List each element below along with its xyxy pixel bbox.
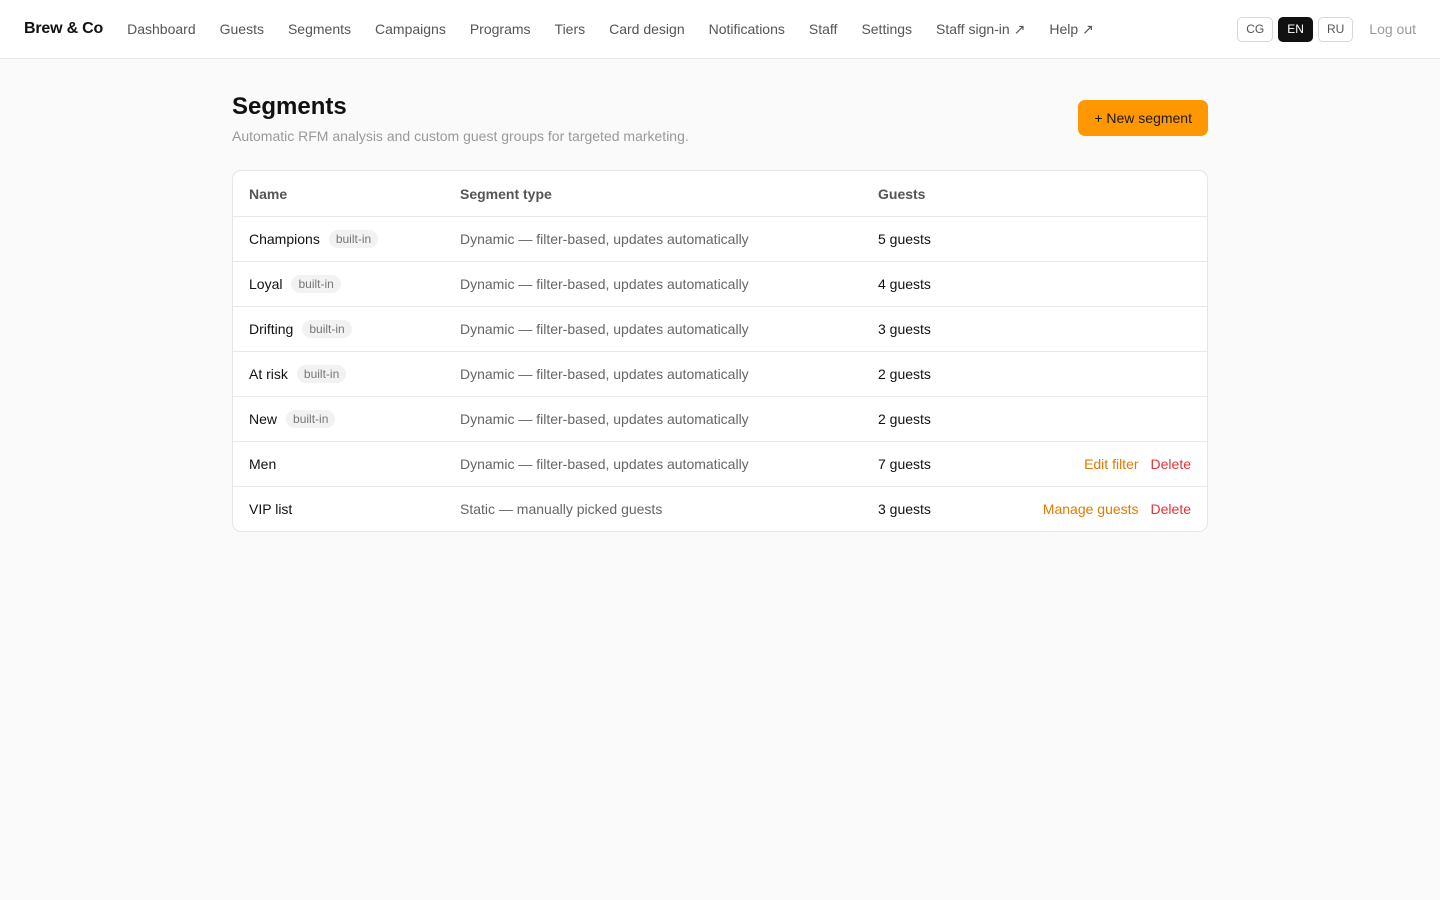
- edit-filter-link[interactable]: Edit filter: [1084, 456, 1138, 472]
- page-title: Segments: [232, 93, 347, 120]
- segment-type-cell: Dynamic — filter-based, updates automati…: [460, 366, 749, 382]
- segments-table: Name Segment type Guests Champions built-…: [232, 170, 1208, 532]
- brand-logo[interactable]: Brew & Co: [24, 20, 103, 38]
- segment-name-cell: Champions built-in: [249, 230, 460, 248]
- nav-link-segments[interactable]: Segments: [288, 21, 351, 37]
- segment-name-cell: New built-in: [249, 410, 460, 428]
- top-navigation-bar: Brew & Co Dashboard Guests Segments Campaig…: [0, 0, 1440, 59]
- table-row: Men Dynamic — filter-based, updates autom…: [233, 441, 1207, 486]
- segment-name-cell: Men: [249, 456, 460, 472]
- page-header: Segments Automatic RFM analysis and cust…: [232, 93, 1208, 144]
- segment-name-cell: VIP list: [249, 501, 460, 517]
- built-in-badge: built-in: [296, 365, 347, 383]
- segment-name-cell: At risk built-in: [249, 365, 460, 383]
- segment-name: VIP list: [249, 501, 293, 517]
- row-actions: Edit filter Delete: [1038, 456, 1191, 472]
- guest-count-cell: 2 guests: [878, 411, 931, 427]
- column-header-segment-type: Segment type: [460, 185, 552, 202]
- table-header-row: Name Segment type Guests: [233, 171, 1207, 216]
- table-row: New built-in Dynamic — filter-based, updat…: [233, 396, 1207, 441]
- manage-guests-link[interactable]: Manage guests: [1043, 501, 1139, 517]
- guest-count-cell: 4 guests: [878, 276, 931, 292]
- segment-type-cell: Dynamic — filter-based, updates automati…: [460, 411, 749, 427]
- nav-link-settings[interactable]: Settings: [861, 21, 912, 37]
- segment-type-cell: Static — manually picked guests: [460, 501, 663, 517]
- built-in-badge: built-in: [286, 410, 336, 428]
- column-header-name: Name: [249, 185, 288, 202]
- built-in-badge: built-in: [302, 320, 352, 338]
- nav-link-campaigns[interactable]: Campaigns: [375, 21, 446, 37]
- column-header-guests: Guests: [878, 185, 926, 202]
- segment-name: Drifting: [249, 321, 294, 337]
- segment-type-cell: Dynamic — filter-based, updates automati…: [460, 321, 749, 337]
- segment-name: Champions: [249, 231, 320, 247]
- nav-link-help[interactable]: Help ↗: [1049, 21, 1093, 38]
- page-subtitle: Automatic RFM analysis and custom guest …: [232, 128, 689, 144]
- guest-count-cell: 3 guests: [878, 321, 931, 337]
- table-row: At risk built-in Dynamic — filter-based, u…: [233, 351, 1207, 396]
- language-en-button[interactable]: EN: [1278, 16, 1313, 42]
- segment-name: Men: [249, 456, 277, 472]
- language-ru-button[interactable]: RU: [1317, 16, 1354, 42]
- segment-name-cell: Loyal built-in: [249, 275, 460, 293]
- table-row: Drifting built-in Dynamic — filter-based, …: [233, 306, 1207, 351]
- delete-link[interactable]: Delete: [1151, 456, 1191, 472]
- logout-link[interactable]: Log out: [1369, 21, 1416, 37]
- table-row: Champions built-in Dynamic — filter-based,…: [233, 216, 1207, 261]
- guest-count-cell: 2 guests: [878, 366, 931, 382]
- delete-link[interactable]: Delete: [1151, 501, 1191, 517]
- nav-link-guests[interactable]: Guests: [220, 21, 264, 37]
- segment-type-cell: Dynamic — filter-based, updates automati…: [460, 456, 749, 472]
- nav-link-card-design[interactable]: Card design: [609, 21, 685, 37]
- table-row: Loyal built-in Dynamic — filter-based, upd…: [233, 261, 1207, 306]
- segment-name: Loyal: [249, 276, 283, 292]
- built-in-badge: built-in: [328, 230, 379, 248]
- guest-count-cell: 3 guests: [878, 501, 931, 517]
- nav-link-staff-sign-in[interactable]: Staff sign-in ↗: [936, 21, 1025, 38]
- segment-name-cell: Drifting built-in: [249, 320, 460, 338]
- language-switcher: CG EN RU: [1237, 16, 1354, 42]
- segment-name: At risk: [249, 366, 288, 382]
- main-content: Segments Automatic RFM analysis and cust…: [232, 59, 1208, 532]
- guest-count-cell: 5 guests: [878, 231, 931, 247]
- built-in-badge: built-in: [291, 275, 341, 293]
- nav-link-programs[interactable]: Programs: [470, 21, 531, 37]
- nav-link-staff[interactable]: Staff: [809, 21, 838, 37]
- language-cg-button[interactable]: CG: [1237, 16, 1274, 42]
- table-row: VIP list Static — manually picked guests 3…: [233, 486, 1207, 531]
- nav-link-tiers[interactable]: Tiers: [555, 21, 586, 37]
- segment-type-cell: Dynamic — filter-based, updates automati…: [460, 276, 749, 292]
- main-nav: Dashboard Guests Segments Campaigns Programs…: [127, 21, 1118, 38]
- row-actions: Manage guests Delete: [1038, 501, 1191, 517]
- nav-link-notifications[interactable]: Notifications: [709, 21, 785, 37]
- segment-name: New: [249, 411, 278, 427]
- nav-link-dashboard[interactable]: Dashboard: [127, 21, 196, 37]
- segment-type-cell: Dynamic — filter-based, updates automati…: [460, 231, 749, 247]
- guest-count-cell: 7 guests: [878, 456, 931, 472]
- new-segment-button[interactable]: + New segment: [1078, 100, 1208, 136]
